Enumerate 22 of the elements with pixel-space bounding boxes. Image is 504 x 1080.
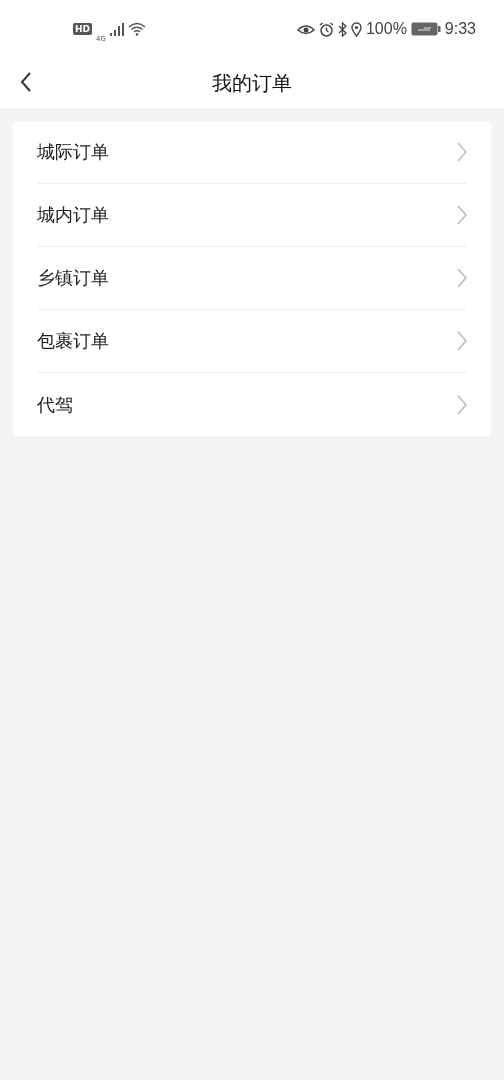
chevron-right-icon [457,205,467,225]
signal-icon [109,22,124,36]
chevron-right-icon [457,268,467,288]
back-icon [20,72,32,92]
chevron-right-icon [457,394,467,415]
hd-badge: HD [73,23,92,35]
location-icon [350,21,362,37]
order-category-item[interactable]: 包裹订单 [37,310,467,373]
eye-icon [296,22,315,36]
alarm-icon [318,21,334,37]
order-category-item[interactable]: 乡镇订单 [37,247,467,310]
order-category-item[interactable]: 代驾 [37,373,467,436]
wifi-icon [127,22,146,36]
battery-icon [410,22,441,36]
battery-percent: 100% [365,20,407,38]
clock: 9:33 [444,20,476,38]
chevron-right-icon [457,331,467,351]
page-title: 我的订单 [212,69,292,97]
bluetooth-icon [337,21,347,37]
order-category-item[interactable]: 城内订单 [37,184,467,247]
order-category-item[interactable]: 城际订单 [37,121,467,184]
chevron-right-icon [457,142,467,162]
